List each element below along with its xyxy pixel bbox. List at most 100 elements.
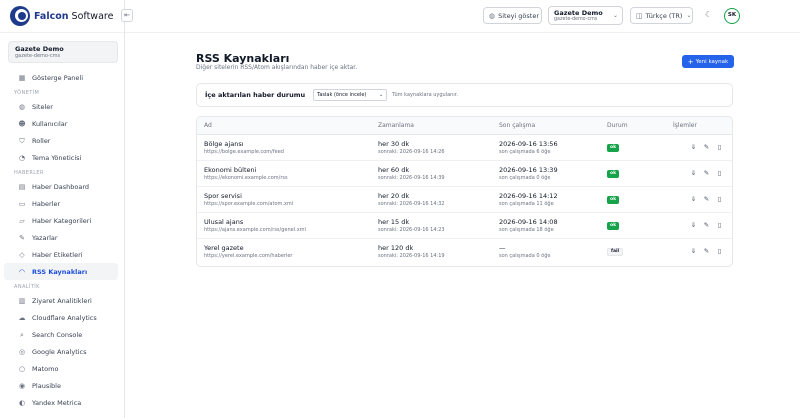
sidebar-item-visit-analytics[interactable]: ▥ Ziyaret Analitikleri bbox=[4, 292, 118, 309]
sidebar-item-label: RSS Kaynakları bbox=[32, 267, 88, 276]
delete-icon[interactable]: ▯ bbox=[716, 195, 723, 203]
sidebar-item-theme-manager[interactable]: ◔ Tema Yöneticisi bbox=[4, 149, 118, 166]
shield-icon: ⛉ bbox=[19, 136, 25, 145]
sidebar-item-label: Yandex Metrica bbox=[32, 398, 82, 407]
fetch-now-icon[interactable]: ⇓ bbox=[690, 221, 697, 229]
language-icon: ◫ bbox=[636, 11, 643, 20]
cloud-icon: ☁ bbox=[18, 313, 26, 322]
sidebar-item-news-dashboard[interactable]: ▤ Haber Dashboard bbox=[4, 178, 118, 195]
import-status-filter: İçe aktarılan haber durumu Taslak (önce … bbox=[196, 83, 733, 107]
source-url: https://spor.example.com/atom.xml bbox=[204, 201, 294, 207]
fetch-now-icon[interactable]: ⇓ bbox=[690, 247, 697, 255]
top-bar: ◍ Siteyi göster Gazete Demo gazete-demo-… bbox=[125, 0, 800, 33]
sidebar-item-label: Haberler bbox=[32, 199, 61, 208]
edit-icon[interactable]: ✎ bbox=[703, 221, 710, 229]
table-header: Ad Zamanlama Son çalışma Durum İşlemler bbox=[197, 117, 732, 135]
sidebar-item-users[interactable]: ☻ Kullanıcılar bbox=[4, 115, 118, 132]
sidebar-item-dashboard[interactable]: ▦ Gösterge Paneli bbox=[4, 69, 118, 86]
sidebar-item-plausible[interactable]: ◉ Plausible bbox=[4, 377, 118, 394]
falcon-logo-icon bbox=[10, 6, 30, 26]
delete-icon[interactable]: ▯ bbox=[716, 247, 723, 255]
folder-icon: ▱ bbox=[19, 216, 25, 225]
show-site-button[interactable]: ◍ Siteyi göster bbox=[483, 7, 542, 24]
sidebar-item-label: Yazarlar bbox=[32, 233, 58, 242]
source-next-run: sonraki: 2026-09-16 14:19 bbox=[378, 253, 445, 259]
source-schedule: her 30 dk bbox=[378, 140, 410, 148]
import-status-select[interactable]: Taslak (önce incele) ⌄ bbox=[313, 89, 388, 101]
source-last-run: 2026-09-16 13:39 bbox=[499, 166, 558, 174]
add-source-button[interactable]: + Yeni kaynak bbox=[682, 55, 734, 68]
delete-icon[interactable]: ▯ bbox=[716, 143, 723, 151]
sidebar-item-authors[interactable]: ✎ Yazarlar bbox=[4, 229, 118, 246]
edit-icon[interactable]: ✎ bbox=[703, 143, 710, 151]
sidebar-item-rss-sources[interactable]: ◠ RSS Kaynakları bbox=[4, 263, 118, 280]
edit-icon[interactable]: ✎ bbox=[703, 169, 710, 177]
show-site-label: Siteyi göster bbox=[498, 11, 540, 20]
chart-icon: ▥ bbox=[18, 296, 26, 305]
column-header-last-run: Son çalışma bbox=[499, 122, 536, 129]
language-label: Türkçe (TR) bbox=[645, 11, 683, 20]
sidebar-item-matomo[interactable]: ○ Matomo bbox=[4, 360, 118, 377]
sidebar-item-cloudflare-analytics[interactable]: ☁ Cloudflare Analytics bbox=[4, 309, 118, 326]
dashboard-icon: ▤ bbox=[18, 182, 26, 191]
source-name: Spor servisi bbox=[204, 192, 242, 200]
sidebar-item-roles[interactable]: ⛉ Roller bbox=[4, 132, 118, 149]
source-url: https://ajans.example.com/rss/genel.xml bbox=[204, 227, 306, 233]
source-next-run: sonraki: 2026-09-16 14:26 bbox=[378, 149, 445, 155]
page-subtitle: Diğer sitelerin RSS/Atom akışlarından ha… bbox=[196, 64, 358, 71]
tenant-dropdown[interactable]: Gazete Demo gazete-demo-cms ⌄ bbox=[548, 6, 623, 25]
source-url: https://ekonomi.example.com/rss bbox=[204, 175, 288, 181]
sidebar-item-search-console[interactable]: ⌕ Search Console bbox=[4, 326, 118, 343]
table-row: Ulusal ajans https://ajans.example.com/rs… bbox=[197, 213, 732, 239]
source-next-run: sonraki: 2026-09-16 14:23 bbox=[378, 227, 445, 233]
source-name: Ulusal ajans bbox=[204, 218, 244, 226]
source-last-count: son çalışmada 0 öğe bbox=[499, 175, 551, 181]
sidebar-item-news[interactable]: ▭ Haberler bbox=[4, 195, 118, 212]
sidebar-item-google-analytics[interactable]: ◎ Google Analytics bbox=[4, 343, 118, 360]
tag-icon: ◇ bbox=[19, 250, 25, 259]
fetch-now-icon[interactable]: ⇓ bbox=[690, 143, 697, 151]
sidebar-item-sites[interactable]: ◍ Siteler bbox=[4, 98, 118, 115]
user-avatar[interactable]: SK bbox=[724, 8, 740, 24]
column-header-actions: İşlemler bbox=[673, 122, 697, 129]
sidebar-collapse-button[interactable]: ⇤ bbox=[121, 9, 133, 22]
nav-section-title: YÖNETİM bbox=[14, 90, 40, 96]
table-row: Ekonomi bülteni https://ekonomi.example.c… bbox=[197, 161, 732, 187]
sidebar-item-label: Tema Yöneticisi bbox=[32, 153, 82, 162]
edit-icon[interactable]: ✎ bbox=[703, 247, 710, 255]
filter-note: Tüm kaynaklara uygulanır. bbox=[392, 92, 458, 98]
sidebar-item-label: Kullanıcılar bbox=[32, 119, 68, 128]
sidebar-item-yandex-metrica[interactable]: ◐ Yandex Metrica bbox=[4, 394, 118, 411]
source-next-run: sonraki: 2026-09-16 14:32 bbox=[378, 201, 445, 207]
source-name: Ekonomi bülteni bbox=[204, 166, 257, 174]
chevron-down-icon: ⌄ bbox=[378, 92, 384, 98]
analytics-icon: ◎ bbox=[18, 347, 26, 356]
logo[interactable]: Falcon Software bbox=[0, 0, 124, 33]
tenant-switcher[interactable]: Gazete Demo gazete-demo-cms bbox=[8, 41, 118, 63]
theme-toggle-moon-icon[interactable]: ☾ bbox=[705, 10, 712, 19]
fetch-now-icon[interactable]: ⇓ bbox=[690, 169, 697, 177]
language-select[interactable]: ◫ Türkçe (TR) ⌄ bbox=[630, 7, 693, 24]
rss-sources-table: Ad Zamanlama Son çalışma Durum İşlemler … bbox=[196, 116, 733, 267]
delete-icon[interactable]: ▯ bbox=[716, 221, 723, 229]
newspaper-icon: ▭ bbox=[18, 199, 26, 208]
users-icon: ☻ bbox=[18, 119, 26, 128]
source-last-count: son çalışmada 0 öğe bbox=[499, 253, 551, 259]
sidebar-item-news-categories[interactable]: ▱ Haber Kategorileri bbox=[4, 212, 118, 229]
sidebar-item-label: Siteler bbox=[32, 102, 53, 111]
status-badge: ok bbox=[607, 222, 620, 230]
sidebar-item-label: Ziyaret Analitikleri bbox=[32, 296, 92, 305]
sidebar-item-label: Search Console bbox=[32, 330, 83, 339]
sidebar-item-label: Matomo bbox=[32, 364, 59, 373]
palette-icon: ◔ bbox=[18, 153, 26, 162]
edit-icon[interactable]: ✎ bbox=[703, 195, 710, 203]
filter-selected-value: Taslak (önce incele) bbox=[317, 92, 367, 98]
source-last-count: son çalışmada 18 öğe bbox=[499, 227, 554, 233]
sidebar-item-news-tags[interactable]: ◇ Haber Etiketleri bbox=[4, 246, 118, 263]
sidebar-item-label: Roller bbox=[32, 136, 51, 145]
globe-icon: ◍ bbox=[489, 11, 496, 20]
source-last-run: 2026-09-16 14:08 bbox=[499, 218, 558, 226]
delete-icon[interactable]: ▯ bbox=[716, 169, 723, 177]
source-name: Yerel gazete bbox=[204, 244, 244, 252]
fetch-now-icon[interactable]: ⇓ bbox=[690, 195, 697, 203]
